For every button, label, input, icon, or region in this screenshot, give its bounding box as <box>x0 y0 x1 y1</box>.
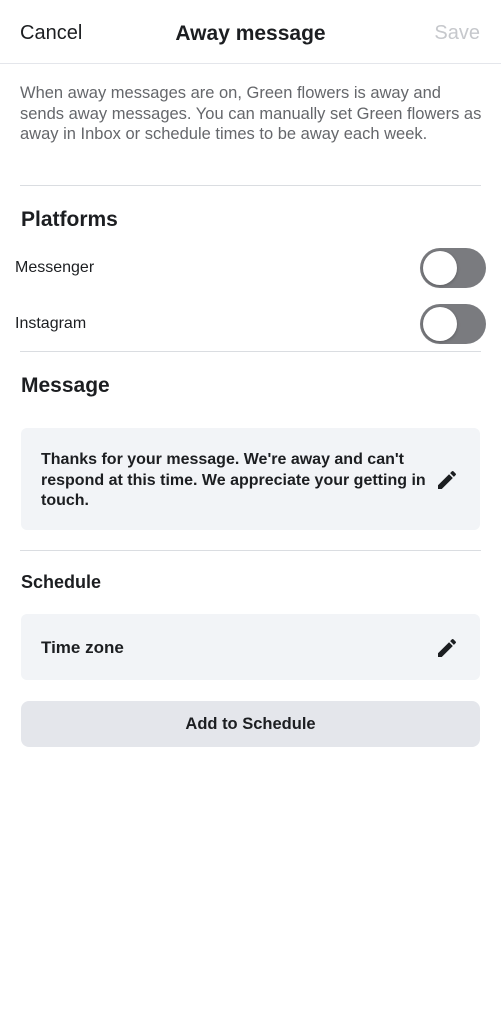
divider <box>20 185 481 186</box>
cancel-button[interactable]: Cancel <box>20 22 82 45</box>
header-bar: Cancel Away message Save <box>0 0 501 64</box>
divider <box>20 550 481 551</box>
save-button[interactable]: Save <box>434 22 480 45</box>
divider <box>20 351 481 352</box>
message-heading: Message <box>21 374 110 397</box>
pencil-icon[interactable] <box>435 468 459 492</box>
platforms-heading: Platforms <box>21 208 118 231</box>
toggle-knob <box>423 251 457 285</box>
messenger-toggle[interactable] <box>420 248 486 288</box>
instagram-toggle[interactable] <box>420 304 486 344</box>
platform-label: Instagram <box>15 315 87 332</box>
schedule-heading: Schedule <box>21 572 102 592</box>
away-message-description: When away messages are on, Green flowers… <box>20 84 482 143</box>
time-zone-label: Time zone <box>41 638 124 657</box>
pencil-icon[interactable] <box>435 636 459 660</box>
add-to-schedule-button[interactable]: Add to Schedule <box>21 701 480 747</box>
platform-label: Messenger <box>15 259 95 276</box>
away-message-card[interactable]: Thanks for your message. We're away and … <box>21 428 480 530</box>
toggle-knob <box>423 307 457 341</box>
time-zone-row[interactable]: Time zone <box>21 614 480 680</box>
away-message-text: Thanks for your message. We're away and … <box>41 451 426 509</box>
